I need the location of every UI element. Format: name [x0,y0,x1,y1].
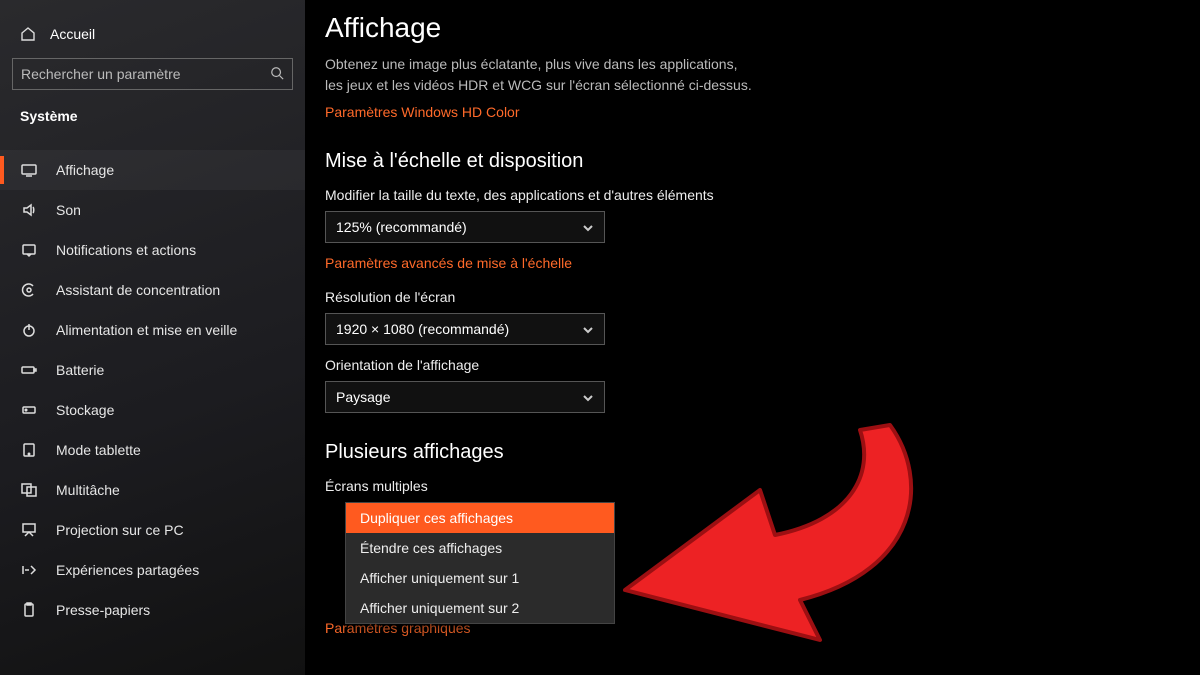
sidebar-item-label: Assistant de concentration [56,282,220,298]
sidebar-item-label: Stockage [56,402,114,418]
chevron-down-icon [582,323,594,335]
orientation-label: Orientation de l'affichage [325,357,1200,373]
orientation-value: Paysage [336,389,390,405]
page-subtitle: Obtenez une image plus éclatante, plus v… [325,54,845,96]
storage-icon [20,401,38,419]
home-icon [20,26,36,42]
search-icon [270,66,284,83]
scale-value: 125% (recommandé) [336,219,467,235]
multi-heading: Plusieurs affichages [325,441,1200,464]
sidebar-item-label: Expériences partagées [56,562,199,578]
multi-label: Écrans multiples [325,478,1200,494]
home-button[interactable]: Accueil [0,20,305,58]
sidebar-item-tablet[interactable]: Mode tablette [0,430,305,470]
sidebar-item-projection[interactable]: Projection sur ce PC [0,510,305,550]
sidebar-item-label: Mode tablette [56,442,141,458]
sidebar-item-storage[interactable]: Stockage [0,390,305,430]
section-label: Système [0,108,305,136]
multitask-icon [20,481,38,499]
resolution-value: 1920 × 1080 (recommandé) [336,321,509,337]
sidebar-item-label: Batterie [56,362,104,378]
sidebar-item-shared[interactable]: Expériences partagées [0,550,305,590]
display-icon [20,161,38,179]
notifications-icon [20,241,38,259]
sidebar-item-label: Projection sur ce PC [56,522,184,538]
sidebar-item-power[interactable]: Alimentation et mise en veille [0,310,305,350]
flyout-option-duplicate[interactable]: Dupliquer ces affichages [346,503,614,533]
clipboard-icon [20,601,38,619]
resolution-label: Résolution de l'écran [325,289,1200,305]
resolution-dropdown[interactable]: 1920 × 1080 (recommandé) [325,313,605,345]
battery-icon [20,361,38,379]
search-placeholder: Rechercher un paramètre [21,66,181,82]
search-input[interactable]: Rechercher un paramètre [12,58,293,90]
multi-display-flyout: Dupliquer ces affichages Étendre ces aff… [345,502,615,624]
sidebar-item-affichage[interactable]: Affichage [0,150,305,190]
chevron-down-icon [582,391,594,403]
sidebar-item-son[interactable]: Son [0,190,305,230]
page-title: Affichage [325,12,1200,44]
orientation-dropdown[interactable]: Paysage [325,381,605,413]
scale-heading: Mise à l'échelle et disposition [325,150,1200,173]
power-icon [20,321,38,339]
flyout-option-only1[interactable]: Afficher uniquement sur 1 [346,563,614,593]
flyout-option-extend[interactable]: Étendre ces affichages [346,533,614,563]
scale-label: Modifier la taille du texte, des applica… [325,187,1200,203]
shared-icon [20,561,38,579]
sidebar-item-label: Son [56,202,81,218]
sidebar-item-label: Notifications et actions [56,242,196,258]
sound-icon [20,201,38,219]
sidebar-item-clipboard[interactable]: Presse-papiers [0,590,305,630]
projection-icon [20,521,38,539]
sidebar-item-label: Alimentation et mise en veille [56,322,237,338]
sidebar-item-battery[interactable]: Batterie [0,350,305,390]
scale-dropdown[interactable]: 125% (recommandé) [325,211,605,243]
focus-icon [20,281,38,299]
sidebar-item-focus[interactable]: Assistant de concentration [0,270,305,310]
sidebar: Accueil Rechercher un paramètre Système … [0,0,305,675]
sidebar-item-label: Affichage [56,162,114,178]
chevron-down-icon [582,221,594,233]
tablet-icon [20,441,38,459]
hd-color-link[interactable]: Paramètres Windows HD Color [325,104,520,120]
sidebar-item-label: Presse-papiers [56,602,150,618]
home-label: Accueil [50,26,95,42]
advanced-scale-link[interactable]: Paramètres avancés de mise à l'échelle [325,255,572,271]
flyout-option-only2[interactable]: Afficher uniquement sur 2 [346,593,614,623]
content-area: Affichage Obtenez une image plus éclatan… [305,0,1200,675]
sidebar-item-label: Multitâche [56,482,120,498]
sidebar-item-multitask[interactable]: Multitâche [0,470,305,510]
sidebar-item-notifications[interactable]: Notifications et actions [0,230,305,270]
